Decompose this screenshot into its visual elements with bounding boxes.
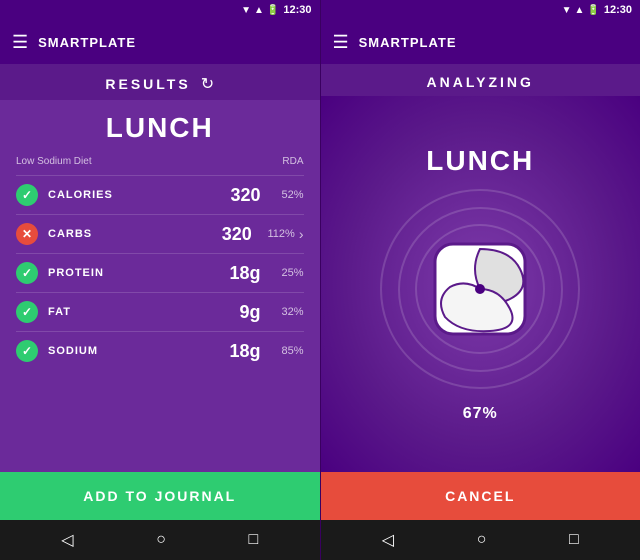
protein-label: PROTEIN (48, 267, 211, 279)
left-nav-bar: ◁ ○ □ (0, 520, 320, 560)
cancel-button[interactable]: CANCEL (321, 472, 640, 520)
ring-inner (415, 224, 545, 354)
left-recents-icon[interactable]: □ (241, 523, 267, 557)
left-panel: ▼ ▲ 🔋 12:30 ☰ SMARTPLATE RESULTS ↻ LUNCH… (0, 0, 320, 560)
nutrient-row-protein: ✓ PROTEIN 18g 25% (16, 253, 304, 292)
carbs-arrow-icon: › (299, 226, 304, 242)
nutrients-header: Low Sodium Diet RDA (16, 156, 304, 171)
calories-label: CALORIES (48, 189, 211, 201)
status-icons-left: ▼ ▲ 🔋 (241, 5, 279, 16)
sodium-status-icon: ✓ (16, 340, 38, 362)
sodium-rda: 85% (269, 345, 304, 357)
right-signal-icon: ▼ (562, 5, 572, 16)
fat-label: FAT (48, 306, 211, 318)
right-home-icon[interactable]: ○ (469, 523, 495, 557)
protein-rda: 25% (269, 267, 304, 279)
protein-value: 18g (211, 263, 261, 284)
carbs-status-icon: ✕ (16, 223, 38, 245)
protein-status-icon: ✓ (16, 262, 38, 284)
sodium-label: SODIUM (48, 345, 211, 357)
right-panel-title: ANALYZING (427, 74, 534, 90)
signal-icon: ▼ (241, 5, 251, 16)
left-time: 12:30 (283, 4, 311, 16)
rda-header-label: RDA (282, 156, 303, 171)
left-panel-title: RESULTS (105, 76, 190, 92)
nutrient-row-carbs[interactable]: ✕ CARBS 320 112% › (16, 214, 304, 253)
left-app-name: SMARTPLATE (38, 35, 136, 50)
left-menu-icon[interactable]: ☰ (12, 32, 28, 53)
right-menu-icon[interactable]: ☰ (333, 32, 349, 53)
right-app-bar: ☰ SMARTPLATE (321, 20, 640, 64)
carbs-value: 320 (202, 224, 252, 245)
nutrient-row-fat: ✓ FAT 9g 32% (16, 292, 304, 331)
nutrient-row-calories: ✓ CALORIES 320 52% (16, 175, 304, 214)
left-status-bar: ▼ ▲ 🔋 12:30 (0, 0, 320, 20)
diet-label: Low Sodium Diet (16, 156, 92, 167)
right-recents-icon[interactable]: □ (561, 523, 587, 557)
right-panel-header: ANALYZING (321, 64, 640, 96)
add-to-journal-button[interactable]: ADD TO JOURNAL (0, 472, 320, 520)
right-panel: ▼ ▲ 🔋 12:30 ☰ SMARTPLATE ANALYZING LUNCH (321, 0, 640, 560)
rings-container (380, 189, 580, 389)
left-meal-title: LUNCH (16, 112, 304, 144)
fat-rda: 32% (269, 306, 304, 318)
calories-value: 320 (211, 185, 261, 206)
carbs-rda: 112% (260, 228, 295, 240)
right-time: 12:30 (604, 4, 632, 16)
calories-rda: 52% (269, 189, 304, 201)
analyzing-content: LUNCH 67% (321, 96, 640, 472)
analyzing-percent: 67% (463, 405, 498, 423)
carbs-label: CARBS (48, 228, 202, 240)
calories-status-icon: ✓ (16, 184, 38, 206)
right-app-name: SMARTPLATE (359, 35, 457, 50)
right-battery-icon: 🔋 (587, 5, 599, 16)
wifi-icon: ▲ (254, 5, 264, 16)
refresh-icon[interactable]: ↻ (201, 74, 214, 94)
right-nav-bar: ◁ ○ □ (321, 520, 640, 560)
left-panel-header: RESULTS ↻ (0, 64, 320, 100)
right-meal-title: LUNCH (426, 145, 534, 177)
sodium-value: 18g (211, 341, 261, 362)
nutrient-row-sodium: ✓ SODIUM 18g 85% (16, 331, 304, 370)
right-back-icon[interactable]: ◁ (374, 522, 402, 558)
right-wifi-icon: ▲ (575, 5, 585, 16)
battery-icon: 🔋 (267, 5, 279, 16)
left-content-area: LUNCH Low Sodium Diet RDA ✓ CALORIES 320… (0, 100, 320, 472)
left-app-bar: ☰ SMARTPLATE (0, 20, 320, 64)
right-status-bar: ▼ ▲ 🔋 12:30 (321, 0, 640, 20)
left-home-icon[interactable]: ○ (148, 523, 174, 557)
fat-status-icon: ✓ (16, 301, 38, 323)
status-icons-right: ▼ ▲ 🔋 (562, 5, 600, 16)
fat-value: 9g (211, 302, 261, 323)
left-back-icon[interactable]: ◁ (53, 522, 81, 558)
